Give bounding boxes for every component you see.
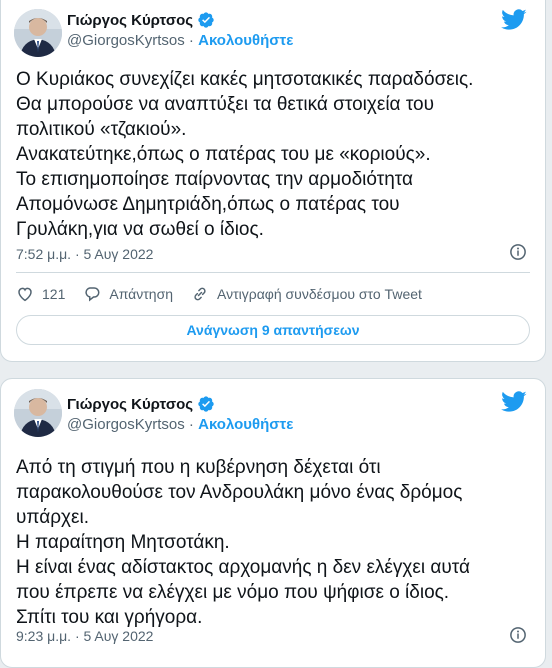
tweet-line: Από τη στιγμή που η κυβέρνηση δέχεται ότ… [16,457,381,478]
reply-icon [85,287,100,302]
tweet-card-1: Γιώργος Κύρτσος @GiorgosKyrtsos · Ακολου… [0,0,546,362]
tweet-line: Θα μπορούσε να αναπτύξει τα θετικά στοιχ… [16,94,435,115]
avatar[interactable] [14,9,62,57]
separator: · [184,416,199,433]
tweet-actions: 121 Απάντηση Αντιγραφή συνδέσμου στο Twe… [16,285,440,303]
heart-icon [18,287,32,302]
verified-badge-icon [198,12,214,28]
info-icon[interactable] [509,626,527,644]
tweet-timestamp[interactable]: 9:23 μ.μ. · 5 Αυγ 2022 [16,628,153,644]
tweet-timestamp[interactable]: 7:52 μ.μ. · 5 Αυγ 2022 [16,246,153,262]
copy-link-label: Αντιγραφή συνδέσμου στο Tweet [217,286,422,302]
tweet-text: Ο Κυριάκος συνεχίζει κακές μητσοτακικές … [16,67,531,242]
tweet-line: πολιτικού «τζακιού». [16,119,187,140]
reply-label: Απάντηση [109,286,173,302]
tweet-line: Σπίτι του και γρήγορα. [16,607,203,628]
tweet-line: υπάρχει. [16,507,89,528]
info-icon[interactable] [509,243,527,261]
tweet-line: Ο Κυριάκος συνεχίζει κακές μητσοτακικές … [16,69,474,90]
author-name[interactable]: Γιώργος Κύρτσος [67,12,193,29]
tweet-text: Από τη στιγμή που η κυβέρνηση δέχεται ότ… [16,455,531,630]
tweet-line: Απομόνωσε Δημητριάδη,όπως ο πατέρας του [16,194,400,215]
twitter-bird-icon[interactable] [501,9,527,31]
avatar[interactable] [14,389,62,437]
twitter-bird-icon[interactable] [501,391,527,413]
tweet-line: Η παραίτηση Μητσοτάκη. [16,532,230,553]
like-count: 121 [42,286,66,302]
tweet-card-2: Γιώργος Κύρτσος @GiorgosKyrtsos · Ακολου… [0,378,546,668]
tweet-line: Το επισημοποίησε παίρνοντας την αρμοδιότ… [16,169,413,190]
link-icon [194,287,206,301]
author-handle[interactable]: @GiorgosKyrtsos [67,32,185,49]
author-name[interactable]: Γιώργος Κύρτσος [67,396,193,413]
tweet-line: Γρυλάκη,για να σωθεί ο ίδιος. [16,219,264,240]
separator: · [184,32,199,49]
follow-button[interactable]: Ακολουθήστε [198,416,293,433]
read-replies-button[interactable]: Ανάγνωση 9 απαντήσεων [16,315,530,345]
author-handle[interactable]: @GiorgosKyrtsos [67,416,185,433]
reply-button[interactable]: Απάντηση [83,285,173,303]
tweet-line: που έπρεπε να ελέγχει με νόμο που ψήφισε… [16,582,450,603]
tweet-line: παρακολουθούσε τον Ανδρουλάκη μόνο ένας … [16,482,463,503]
handle-row: @GiorgosKyrtsos · Ακολουθήστε [67,416,293,433]
author-row: Γιώργος Κύρτσος [67,395,215,413]
tweet-line: Ανακατεύτηκε,όπως ο πατέρας του με «κορι… [16,144,431,165]
author-row: Γιώργος Κύρτσος [67,11,215,29]
like-button[interactable]: 121 [16,285,65,303]
tweet-line: Η είναι ένας αδίστακτος αρχομανής η δεν … [16,557,470,578]
verified-badge-icon [198,396,214,412]
handle-row: @GiorgosKyrtsos · Ακολουθήστε [67,32,293,49]
follow-button[interactable]: Ακολουθήστε [198,32,293,49]
divider [16,272,530,273]
copy-link-button[interactable]: Αντιγραφή συνδέσμου στο Tweet [191,285,422,303]
